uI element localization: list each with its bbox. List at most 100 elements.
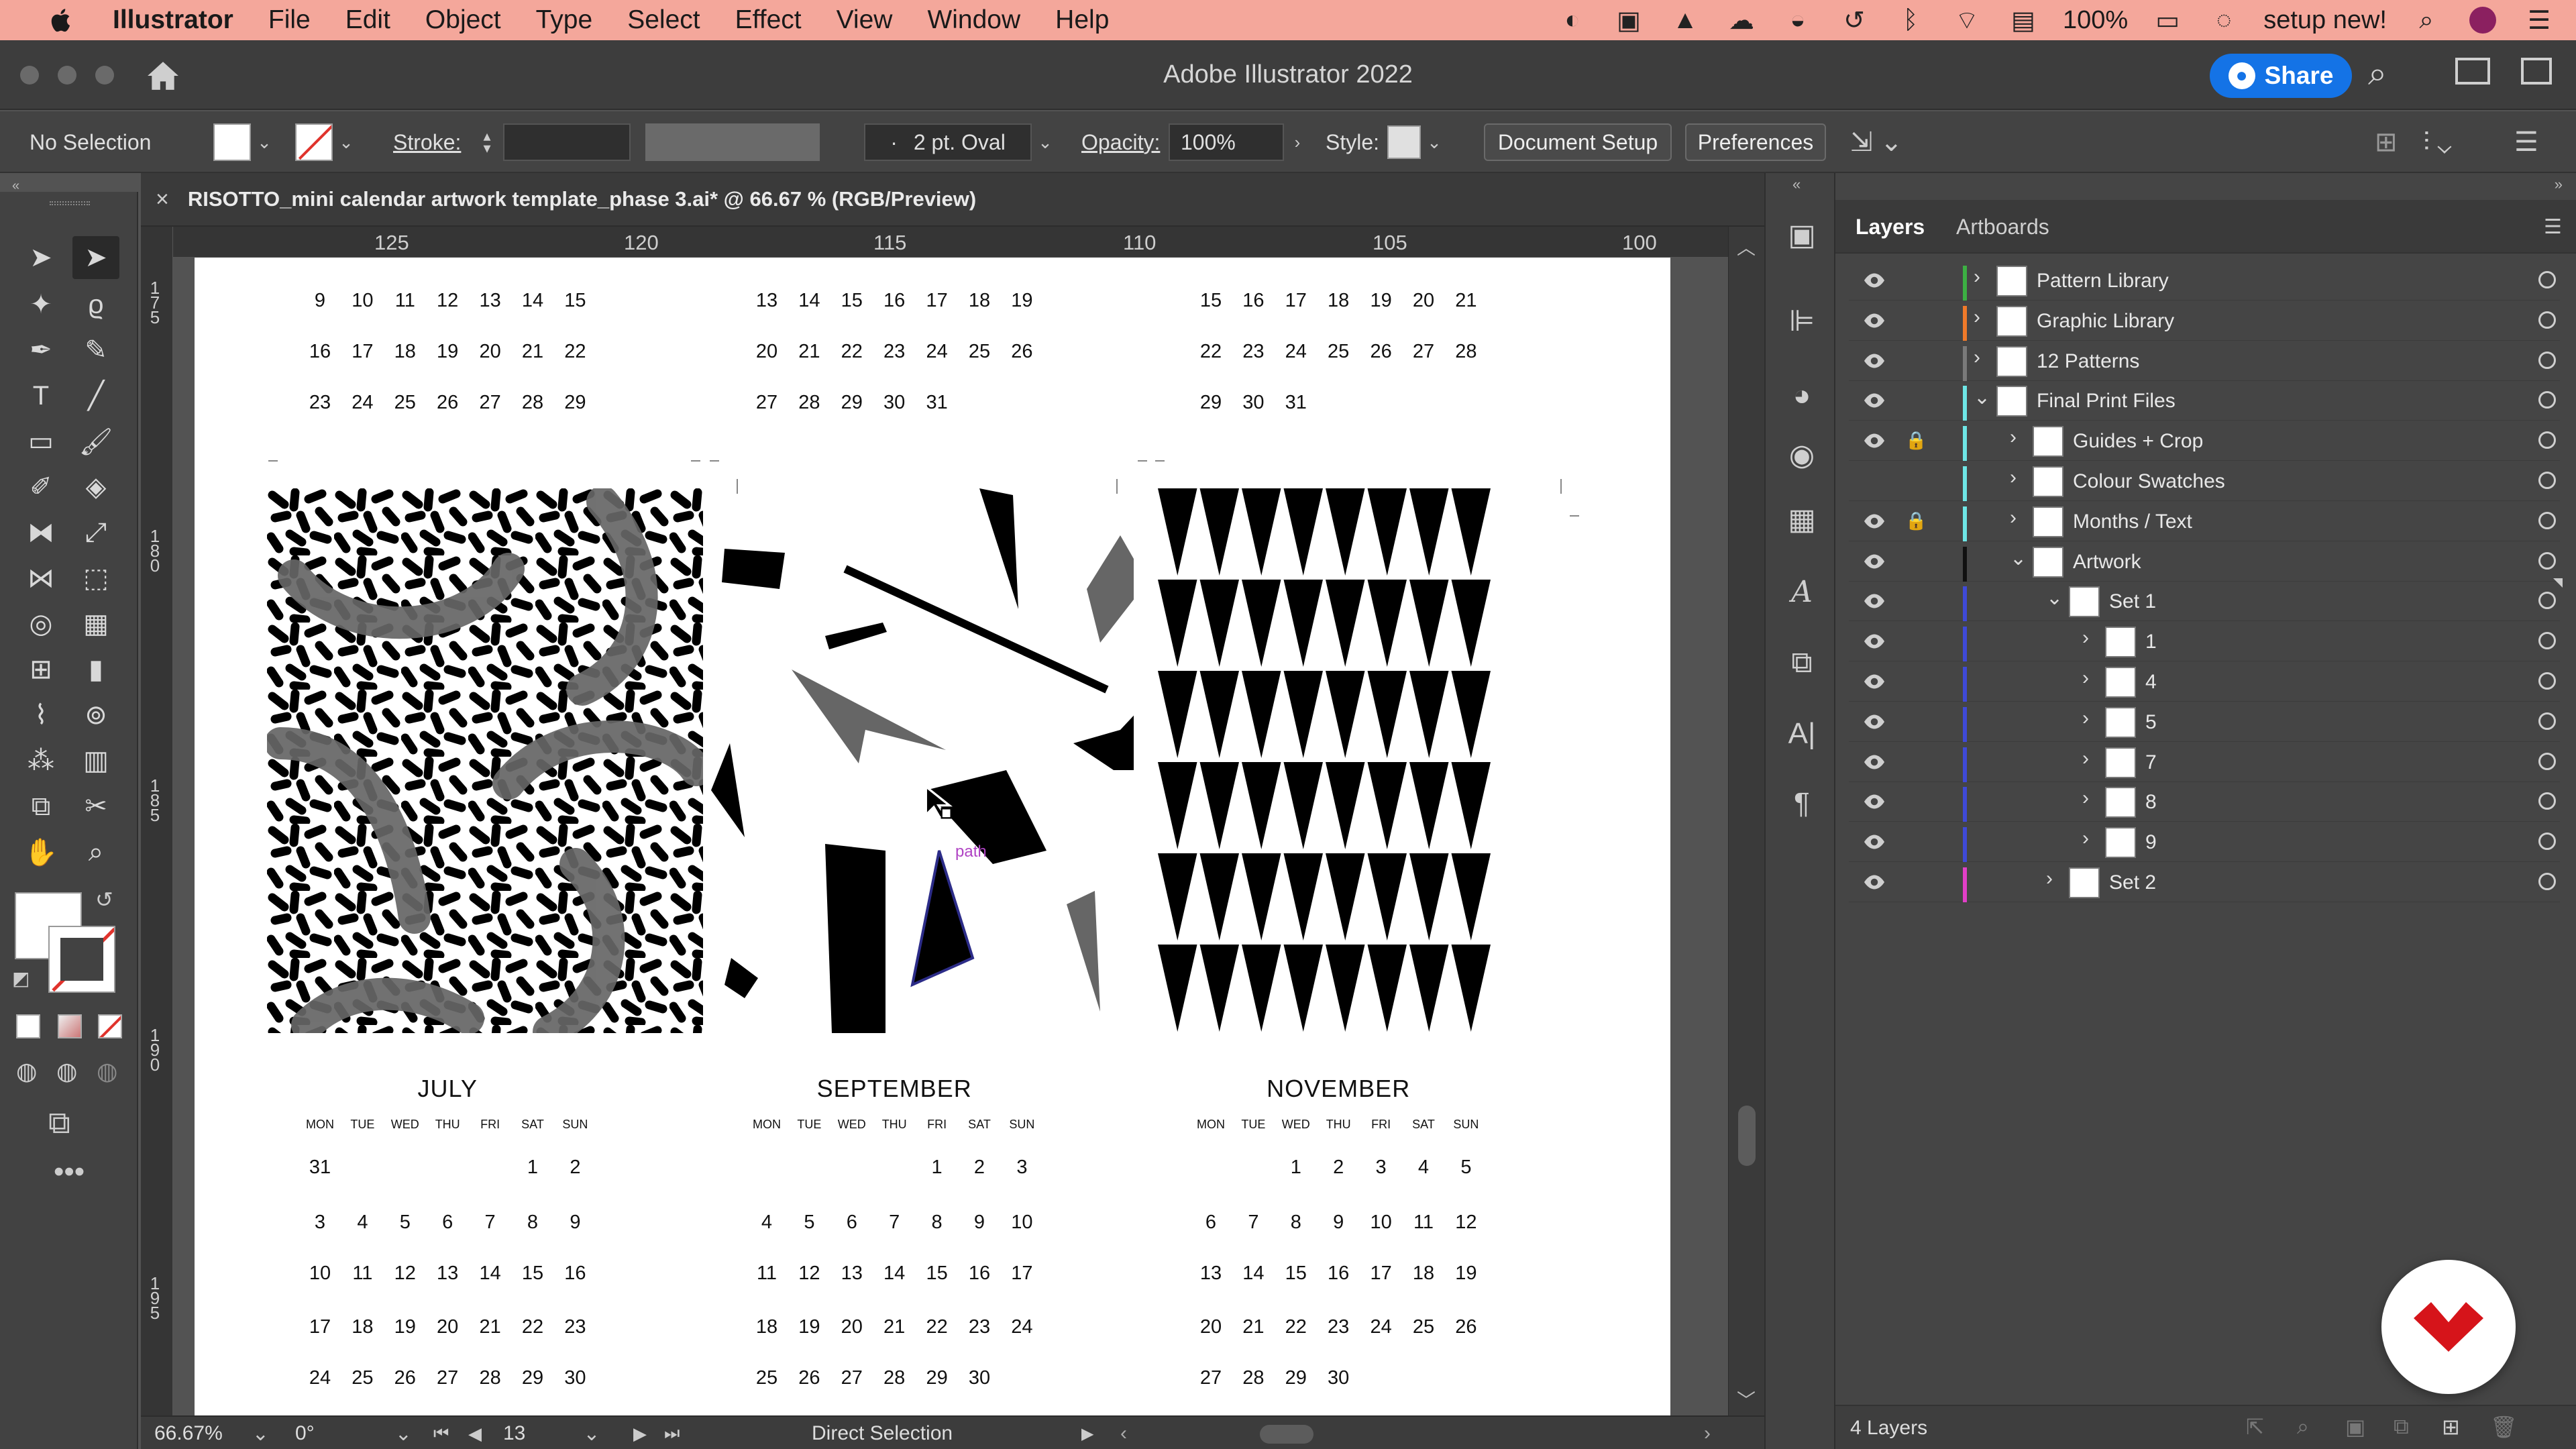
toolbar-collapse-icon[interactable]: « — [0, 178, 138, 193]
canvas[interactable]: 9 10 11 12 13 14 15 16 17 18 19 20 21 22 23 24 25 26 27 28 2… — [173, 258, 1744, 1415]
visibility-eye-icon[interactable] — [1862, 552, 1886, 571]
draw-inside-icon[interactable]: ◍ — [97, 1057, 117, 1085]
target-circle-icon[interactable] — [2538, 391, 2556, 409]
paragraph-panel-icon[interactable]: ¶ — [1783, 785, 1821, 822]
visibility-eye-icon[interactable] — [1862, 632, 1886, 651]
menubar-user-name[interactable]: setup new! — [2263, 6, 2387, 35]
preferences-button[interactable]: Preferences — [1685, 123, 1826, 161]
document-setup-button[interactable]: Document Setup — [1484, 123, 1672, 161]
workspace-switcher-icon[interactable] — [2455, 58, 2490, 85]
target-circle-icon[interactable] — [2538, 271, 2556, 288]
battery-icon[interactable]: ▭ — [2151, 5, 2184, 35]
stroke-dropdown[interactable]: ⌄ — [333, 123, 360, 161]
target-circle-icon[interactable] — [2538, 511, 2556, 529]
stroke-weight-stepper[interactable]: ▴ ▾ — [474, 123, 500, 161]
pen-tool-icon[interactable]: ✒ — [17, 329, 64, 372]
mesh-tool-icon[interactable]: ⊞ — [17, 648, 64, 691]
menu-effect[interactable]: Effect — [735, 5, 802, 35]
vertical-scrollbar[interactable]: ︿ ﹀ — [1728, 227, 1764, 1415]
vertical-scroll-thumb[interactable] — [1738, 1106, 1756, 1166]
menu-edit[interactable]: Edit — [345, 5, 390, 35]
close-document-icon[interactable]: × — [156, 186, 169, 213]
stroke-swatch[interactable] — [295, 123, 333, 161]
panel-menu-icon[interactable]: ☰ — [2544, 200, 2562, 254]
gradient-tool-icon[interactable]: ▮ — [72, 648, 119, 691]
layer-row[interactable]: › 8 — [1849, 782, 2560, 822]
screen-mode-icon[interactable]: ⧉ — [48, 1104, 70, 1142]
horizontal-ruler[interactable]: 125 120 115 110 105 100 — [173, 227, 1744, 258]
layer-row[interactable]: › Set 2 — [1849, 862, 2560, 902]
color-mode-icon[interactable] — [16, 1014, 40, 1038]
control-bar-menu-icon[interactable]: ☰ — [2514, 111, 2538, 173]
visibility-eye-icon[interactable] — [1862, 391, 1886, 410]
collect-for-export-icon[interactable]: ⇱ — [2246, 1414, 2264, 1440]
locate-object-icon[interactable]: ⌕ — [2297, 1414, 2309, 1440]
target-circle-icon[interactable] — [2538, 833, 2556, 851]
character-panel-icon[interactable]: A| — [1783, 715, 1821, 753]
brush-definition[interactable]: · 2 pt. Oval — [864, 123, 1032, 161]
chevron-right-icon[interactable]: › — [2010, 466, 2017, 489]
chevron-right-icon[interactable]: › — [2046, 867, 2053, 890]
visibility-eye-icon[interactable] — [1862, 352, 1886, 370]
blend-tool-icon[interactable]: ⊚ — [72, 694, 119, 737]
visibility-eye-icon[interactable] — [1862, 833, 1886, 851]
properties-panel-icon[interactable]: ▣ — [1783, 216, 1821, 254]
first-artboard-button[interactable]: ⏮ — [433, 1419, 449, 1448]
tab-artboards[interactable]: Artboards — [1956, 200, 2049, 254]
dock-collapse-icon[interactable]: « — [1792, 176, 1801, 193]
chevron-right-icon[interactable]: › — [2082, 787, 2089, 810]
visibility-eye-icon[interactable] — [1862, 431, 1886, 450]
sprinkle-pattern-artwork[interactable] — [267, 488, 703, 1033]
menu-file[interactable]: File — [268, 5, 311, 35]
default-fill-stroke-icon[interactable]: ◩ — [12, 967, 30, 989]
delete-layer-icon[interactable]: 🗑 — [2490, 1414, 2518, 1440]
menu-help[interactable]: Help — [1055, 5, 1109, 35]
align-options-icon[interactable]: ⇲ ⌄ — [1850, 111, 1902, 173]
previous-artboard-button[interactable]: ◀ — [468, 1419, 482, 1448]
rotate-view-field[interactable]: 0° ⌄ — [295, 1419, 412, 1448]
make-clipping-mask-icon[interactable]: ▣ — [2345, 1414, 2365, 1440]
layer-row[interactable]: › 9 — [1849, 822, 2560, 863]
search-icon[interactable]: ⌕ — [2368, 54, 2387, 93]
layer-row[interactable]: › Pattern Library — [1849, 260, 2560, 301]
none-mode-icon[interactable] — [98, 1014, 122, 1038]
chevron-right-icon[interactable]: › — [2082, 627, 2089, 649]
toolbar-grip[interactable] — [50, 201, 90, 205]
horizontal-scroll-thumb[interactable] — [1260, 1425, 1313, 1444]
lock-icon[interactable]: 🔒 — [1905, 511, 1927, 531]
layer-row[interactable]: ⌄ Final Print Files — [1849, 380, 2560, 421]
column-graph-tool-icon[interactable]: ▥ — [72, 739, 119, 782]
shaper-tool-icon[interactable]: ✐ — [17, 466, 64, 508]
chevron-right-icon[interactable]: › — [2082, 667, 2089, 690]
layer-row[interactable]: ⌄ Artwork — [1849, 541, 2560, 582]
status-circle-icon[interactable]: ◐ — [1556, 5, 1589, 35]
panel-collapse-icon[interactable]: » — [2555, 176, 2563, 193]
transform-icon[interactable]: ⊞ — [2375, 111, 2398, 173]
creative-cloud-icon[interactable]: ☁ — [1725, 5, 1758, 35]
create-sublayer-icon[interactable]: ⧉ — [2394, 1414, 2409, 1440]
lasso-tool-icon[interactable]: ϱ — [72, 283, 119, 326]
selection-tool-icon[interactable]: ➤ — [17, 236, 64, 279]
visibility-eye-icon[interactable] — [1862, 712, 1886, 731]
visibility-eye-icon[interactable] — [1862, 873, 1886, 892]
app-status-icon[interactable]: ▣ — [1612, 5, 1646, 35]
zoom-tool-icon[interactable]: ⌕ — [72, 830, 119, 873]
layer-row[interactable]: › 12 Patterns — [1849, 341, 2560, 381]
reflect-tool-icon[interactable]: ⧓ — [17, 511, 64, 554]
next-artboard-button[interactable]: ▶ — [633, 1419, 647, 1448]
create-new-layer-icon[interactable]: ⊞ — [2442, 1414, 2460, 1440]
shape-builder-tool-icon[interactable]: ◎ — [17, 602, 64, 645]
chevron-down-icon[interactable]: ⌄ — [1974, 386, 1990, 409]
apple-icon[interactable] — [42, 6, 82, 34]
target-circle-icon[interactable] — [2538, 632, 2556, 650]
chevron-right-icon[interactable]: › — [1974, 266, 1980, 288]
fill-swatch[interactable] — [213, 123, 251, 161]
opacity-label[interactable]: Opacity: — [1081, 111, 1160, 173]
status-menu-arrow[interactable]: ▶ — [1081, 1419, 1093, 1448]
layer-row[interactable]: 🔒 › Months / Text — [1849, 501, 2560, 541]
target-circle-icon[interactable] — [2538, 431, 2556, 449]
wifi-icon[interactable]: ⌔ — [1950, 5, 1984, 35]
scroll-down-icon[interactable]: ﹀ — [1737, 1386, 1756, 1413]
visibility-eye-icon[interactable] — [1862, 271, 1886, 290]
appearance-panel-icon[interactable]: ◕ — [1783, 377, 1821, 415]
